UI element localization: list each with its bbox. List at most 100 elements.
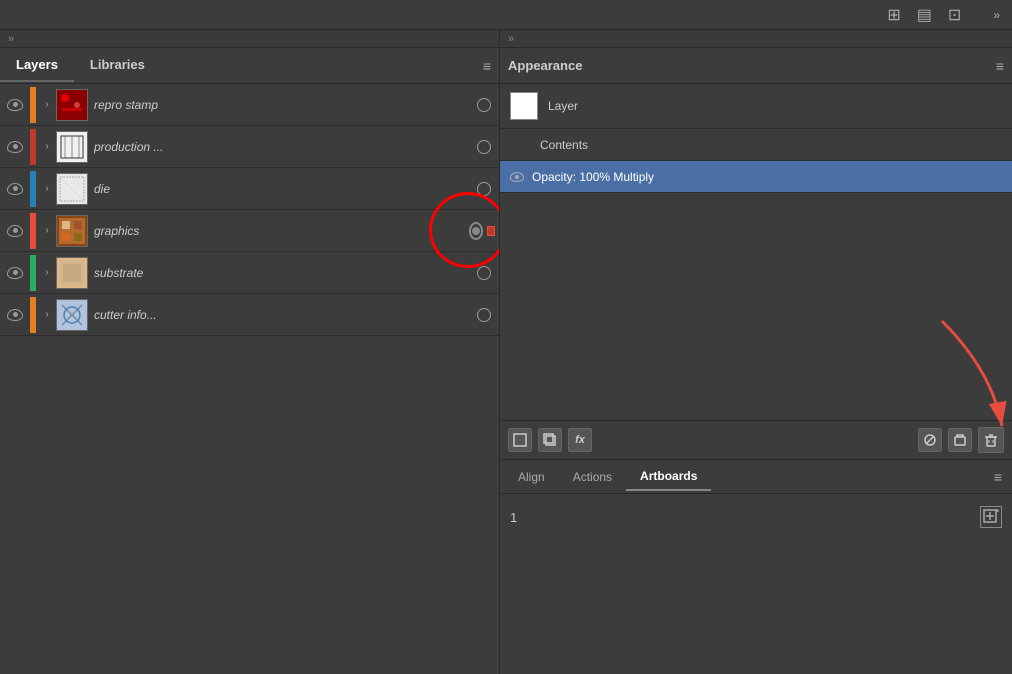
target-circle [477,308,491,322]
layer-color-bar [30,129,36,165]
layer-color-bar [30,297,36,333]
grid-icon[interactable]: ⊞ [887,5,900,25]
layer-target-die[interactable] [469,182,499,196]
appearance-menu-icon[interactable]: ≡ [996,58,1004,74]
layer-name-substrate: substrate [94,266,469,280]
layers-menu-icon[interactable]: ≡ [483,58,491,74]
layer-color-bar [30,171,36,207]
bottom-menu-icon[interactable]: ≡ [994,469,1008,485]
layer-visibility-die[interactable] [0,183,30,195]
layer-name-cutter: cutter info... [94,308,469,322]
expand-icon[interactable]: ⊡ [948,5,961,25]
eye-icon [7,225,23,237]
target-square-red [487,226,495,236]
panel-icon[interactable]: ▤ [917,5,932,25]
appearance-layer-label: Layer [548,99,578,113]
eye-small-icon[interactable] [510,172,524,182]
layer-color-bar [30,213,36,249]
layer-target-graphics[interactable] [469,222,499,240]
layer-visibility-substrate[interactable] [0,267,30,279]
layer-expand-substrate[interactable]: › [38,267,56,278]
layer-visibility-production[interactable] [0,141,30,153]
layer-row-graphics[interactable]: › graphics [0,210,499,252]
layer-target-substrate[interactable] [469,266,499,280]
target-circle [477,98,491,112]
collapse-arrow: » [8,33,14,45]
right-panel-collapse[interactable]: » [500,30,1012,48]
tab-actions[interactable]: Actions [559,464,626,490]
eye-icon [7,309,23,321]
bottom-tabs: Align Actions Artboards ≡ [500,460,1012,494]
right-panel: » Appearance ≡ Layer Contents [500,30,1012,674]
layer-row[interactable]: › production ... [0,126,499,168]
layer-row[interactable]: › repro stamp [0,84,499,126]
layer-thumbnail-cutter [56,299,88,331]
artboard-row[interactable]: 1 [510,502,1002,532]
appearance-contents-label: Contents [540,138,588,152]
layer-name-production: production ... [94,140,469,154]
layer-target-repro[interactable] [469,98,499,112]
layer-color-bar [30,87,36,123]
layer-row[interactable]: › die [0,168,499,210]
target-circle [477,266,491,280]
delete-button[interactable] [978,427,1004,453]
eye-icon [7,183,23,195]
target-circle [477,182,491,196]
layer-row[interactable]: › substrate [0,252,499,294]
appearance-contents-row: Contents [500,129,1012,161]
artboard-content: 1 [500,494,1012,674]
no-button[interactable] [918,428,942,452]
fx-label: fx [575,434,585,446]
layer-target-production[interactable] [469,140,499,154]
layer-thumbnail-die [56,173,88,205]
eye-icon [7,267,23,279]
appearance-content: Layer Contents Opacity: 100% Multiply [500,84,1012,674]
layers-panel-header: Layers Libraries ≡ [0,48,499,84]
mask-button[interactable] [948,428,972,452]
appearance-opacity-label: Opacity: 100% Multiply [532,170,654,184]
eye-icon [7,141,23,153]
new-item-button[interactable] [508,428,532,452]
appearance-layer-row: Layer [500,84,1012,129]
left-panel-collapse[interactable]: » [0,30,499,48]
tab-libraries[interactable]: Libraries [74,49,161,82]
new-artboard-button[interactable] [980,506,1002,528]
tab-align[interactable]: Align [504,464,559,490]
appearance-opacity-row[interactable]: Opacity: 100% Multiply [500,161,1012,193]
layers-panel: » Layers Libraries ≡ › [0,30,500,674]
layer-thumbnail-production [56,131,88,163]
layer-thumbnail-substrate [56,257,88,289]
layers-list: › repro stamp [0,84,499,674]
layer-visibility-repro[interactable] [0,99,30,111]
artboard-number: 1 [510,510,980,525]
layer-row[interactable]: › cutter info... [0,294,499,336]
fx-button[interactable]: fx [568,428,592,452]
layer-expand-repro[interactable]: › [38,99,56,110]
tab-artboards[interactable]: Artboards [626,463,711,491]
appearance-title: Appearance [508,50,590,81]
layer-expand-production[interactable]: › [38,141,56,152]
right-collapse-arrow: » [508,33,514,45]
layer-name-die: die [94,182,469,196]
layer-visibility-graphics[interactable] [0,225,30,237]
right-collapse[interactable]: » [993,8,1000,22]
layer-thumbnail-repro [56,89,88,121]
tab-layers[interactable]: Layers [0,49,74,82]
layer-name-repro: repro stamp [94,98,469,112]
layer-target-cutter[interactable] [469,308,499,322]
top-bar: ⊞ ▤ ⊡ » [0,0,1012,30]
duplicate-button[interactable] [538,428,562,452]
target-circle [477,140,491,154]
appearance-spacer [500,193,1012,420]
appearance-header: Appearance ≡ [500,48,1012,84]
layer-thumbnail-graphics [56,215,88,247]
target-circle-filled [469,222,483,240]
layer-visibility-cutter[interactable] [0,309,30,321]
layer-expand-graphics[interactable]: › [38,225,56,236]
layer-expand-die[interactable]: › [38,183,56,194]
layer-preview-box [510,92,538,120]
layer-name-graphics: graphics [94,224,469,238]
layer-expand-cutter[interactable]: › [38,309,56,320]
eye-icon [7,99,23,111]
layer-color-bar [30,255,36,291]
